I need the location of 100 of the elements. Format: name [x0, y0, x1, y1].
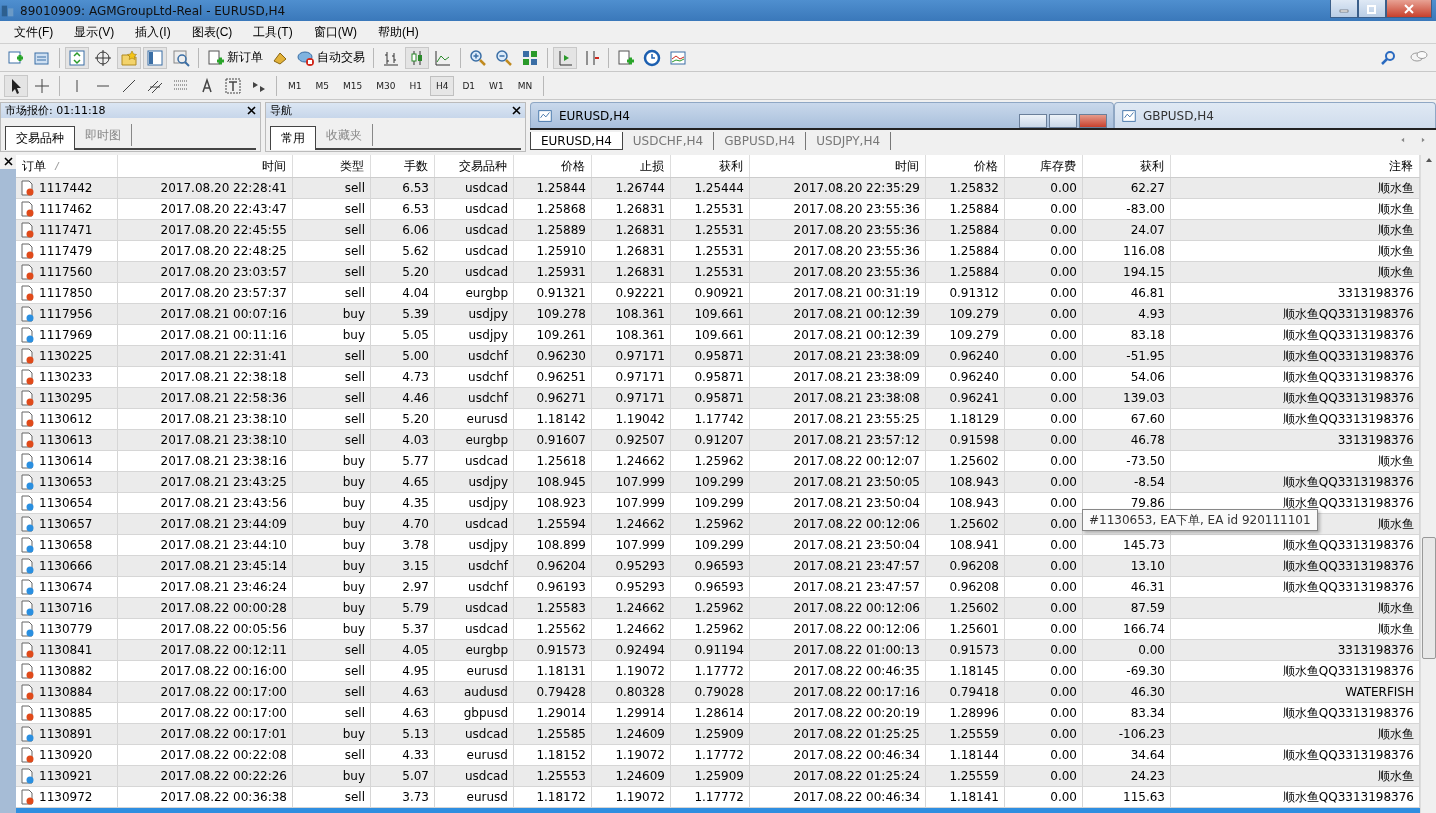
menu-item[interactable]: 窗口(W): [306, 23, 364, 41]
order-icon: [20, 600, 35, 616]
swap-cell: 0.00: [1050, 559, 1077, 573]
stop-loss-cell: 0.97171: [615, 391, 665, 405]
menu-item[interactable]: 插入(I): [128, 23, 178, 41]
stop-loss-cell: 1.19072: [615, 748, 665, 762]
panel-tab[interactable]: 交易品种: [5, 126, 75, 150]
timeframe-button[interactable]: H1: [403, 75, 428, 96]
price-header[interactable]: 价格: [514, 155, 592, 177]
profit-cell: 46.78: [1130, 433, 1165, 447]
restore-button[interactable]: [1049, 114, 1077, 128]
time-cell: 2017.08.21 22:31:41: [160, 349, 287, 363]
stop-loss-cell: 1.19072: [615, 790, 665, 804]
comment-cell: 顺水鱼QQ3313198376: [1282, 326, 1414, 344]
price-cell: 109.279: [949, 328, 999, 342]
type-cell: buy: [342, 769, 365, 783]
timeframe-button[interactable]: D1: [456, 75, 482, 96]
time-cell: 2017.08.22 00:05:56: [160, 622, 287, 636]
order-icon: [20, 180, 35, 196]
new-order-button[interactable]: 新订单: [204, 46, 266, 69]
symbol-cell: usdcad: [464, 601, 508, 615]
stop-loss-header[interactable]: 止损: [592, 155, 671, 177]
profit-cell: 67.60: [1130, 412, 1165, 426]
type-cell: sell: [344, 643, 365, 657]
order-icon: [20, 306, 35, 322]
take-profit-cell: 0.95871: [694, 370, 744, 384]
panel-tab[interactable]: 常用: [270, 126, 316, 150]
time-cell: 2017.08.21 23:38:10: [160, 433, 287, 447]
symbol-header[interactable]: 交易品种: [435, 155, 514, 177]
cursor-icon[interactable]: [4, 74, 28, 97]
swap-header[interactable]: 库存费: [1005, 155, 1083, 177]
comment-cell: 3313198376: [1337, 433, 1414, 447]
price-cell: 1.25553: [536, 769, 586, 783]
order-number: 1130921: [39, 769, 93, 783]
type-cell: sell: [344, 433, 365, 447]
order-header[interactable]: 订单: [16, 155, 118, 177]
restore-button[interactable]: [1358, 0, 1386, 18]
price-cell: 1.18144: [949, 748, 999, 762]
price-cell: 1.25910: [536, 244, 586, 258]
order-number: 1130716: [39, 601, 93, 615]
timeframe-button[interactable]: M1: [282, 75, 308, 96]
chart-window-tab[interactable]: EURUSD,H4: [530, 102, 1114, 128]
order-number: 1117479: [39, 244, 93, 258]
lots-cell: 5.62: [402, 244, 429, 258]
comment-cell: 顺水鱼: [1378, 263, 1414, 281]
order-number: 1130657: [39, 517, 93, 531]
order-icon: [20, 453, 35, 469]
window-title: 89010909: AGMGroupLtd-Real - EURUSD,H4: [20, 3, 286, 18]
type-cell: sell: [344, 265, 365, 279]
menu-item[interactable]: 工具(T): [246, 23, 300, 41]
symbol-cell: usdcad: [464, 202, 508, 216]
price-cell: 1.25884: [949, 265, 999, 279]
profit-header[interactable]: 获利: [1083, 155, 1171, 177]
candlestick-icon[interactable]: [405, 46, 429, 69]
time-cell: 2017.08.21 23:38:09: [793, 349, 920, 363]
menu-item[interactable]: 帮助(H): [371, 23, 426, 41]
stop-loss-cell: 0.97171: [615, 370, 665, 384]
timeframe-button[interactable]: MN: [511, 75, 539, 96]
price-header[interactable]: 价格: [926, 155, 1005, 177]
price-cell: 0.96241: [949, 391, 999, 405]
lots-header[interactable]: 手数: [371, 155, 435, 177]
auto-trading-button[interactable]: 自动交易: [294, 46, 368, 69]
chart-window-title: GBPUSD,H4: [1143, 108, 1214, 123]
take-profit-cell: 0.95871: [694, 391, 744, 405]
type-header[interactable]: 类型: [293, 155, 371, 177]
take-profit-cell: 1.25531: [694, 244, 744, 258]
time-header[interactable]: 时间: [118, 155, 293, 177]
terminal-icon[interactable]: [143, 46, 167, 69]
scroll-thumb[interactable]: [1421, 537, 1436, 659]
chart-tab[interactable]: USDJPY,H4: [806, 132, 892, 150]
menu-item[interactable]: 图表(C): [184, 23, 240, 41]
type-cell: buy: [342, 454, 365, 468]
timeframe-button[interactable]: M5: [309, 75, 335, 96]
timeframe-button[interactable]: M30: [370, 75, 402, 96]
timeframe-button[interactable]: W1: [483, 75, 510, 96]
time-header[interactable]: 时间: [750, 155, 926, 177]
time-cell: 2017.08.21 23:47:57: [793, 559, 920, 573]
timeframe-button[interactable]: H4: [429, 75, 455, 96]
chart-tab[interactable]: EURUSD,H4: [530, 132, 623, 150]
time-cell: 2017.08.22 00:12:06: [793, 601, 920, 615]
swap-cell: 0.00: [1050, 664, 1077, 678]
time-cell: 2017.08.20 22:35:29: [793, 181, 920, 195]
chart-tab[interactable]: GBPUSD,H4: [714, 132, 807, 150]
type-cell: sell: [344, 706, 365, 720]
price-cell: 108.899: [536, 538, 586, 552]
lots-cell: 5.00: [402, 349, 429, 363]
minimize-button[interactable]: [1019, 114, 1047, 128]
profit-cell: 83.34: [1130, 706, 1165, 720]
take-profit-header[interactable]: 获利: [671, 155, 750, 177]
menu-item[interactable]: 文件(F): [7, 23, 61, 41]
menu-item[interactable]: 显示(V): [67, 23, 122, 41]
swap-cell: 0.00: [1050, 349, 1077, 363]
chart-tab[interactable]: USDCHF,H4: [622, 132, 715, 150]
stop-loss-cell: 108.361: [615, 328, 665, 342]
stop-loss-cell: 0.92494: [615, 643, 665, 657]
time-cell: 2017.08.20 23:55:36: [793, 265, 920, 279]
scrollbar[interactable]: [1420, 155, 1436, 813]
close-button[interactable]: [0, 155, 16, 169]
timeframe-button[interactable]: M15: [337, 75, 369, 96]
minimize-button[interactable]: [1330, 0, 1358, 18]
